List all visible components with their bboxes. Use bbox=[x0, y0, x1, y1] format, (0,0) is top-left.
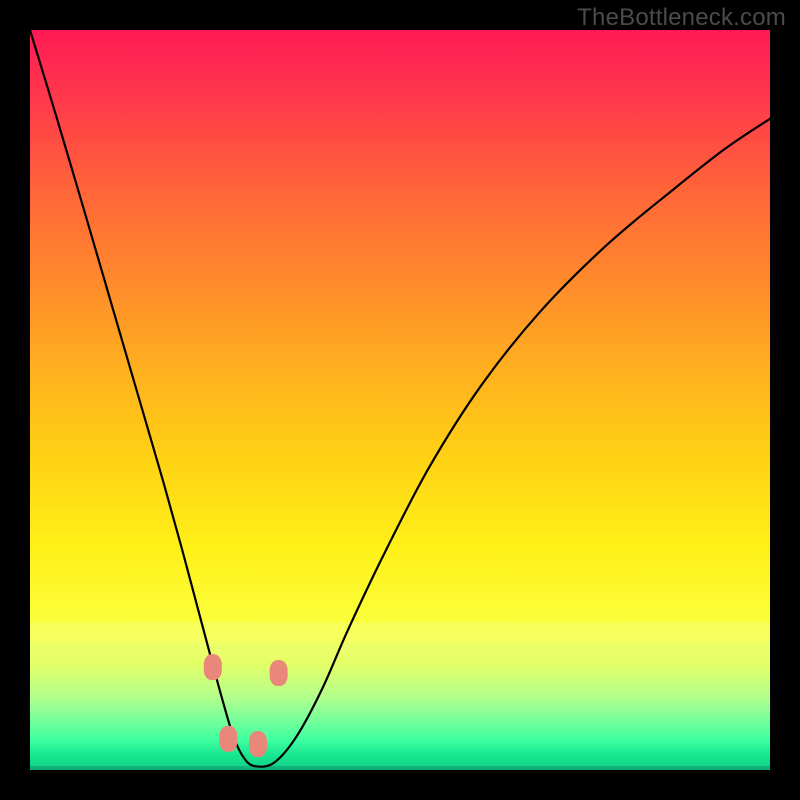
curve-layer bbox=[30, 30, 770, 770]
curve-marker bbox=[249, 731, 267, 757]
curve-marker bbox=[219, 726, 237, 752]
chart-frame: TheBottleneck.com bbox=[0, 0, 800, 800]
curve-marker bbox=[204, 654, 222, 680]
watermark-text: TheBottleneck.com bbox=[577, 4, 786, 32]
bottleneck-curve bbox=[30, 30, 770, 767]
plot-area bbox=[30, 30, 770, 770]
curve-marker bbox=[270, 660, 288, 686]
